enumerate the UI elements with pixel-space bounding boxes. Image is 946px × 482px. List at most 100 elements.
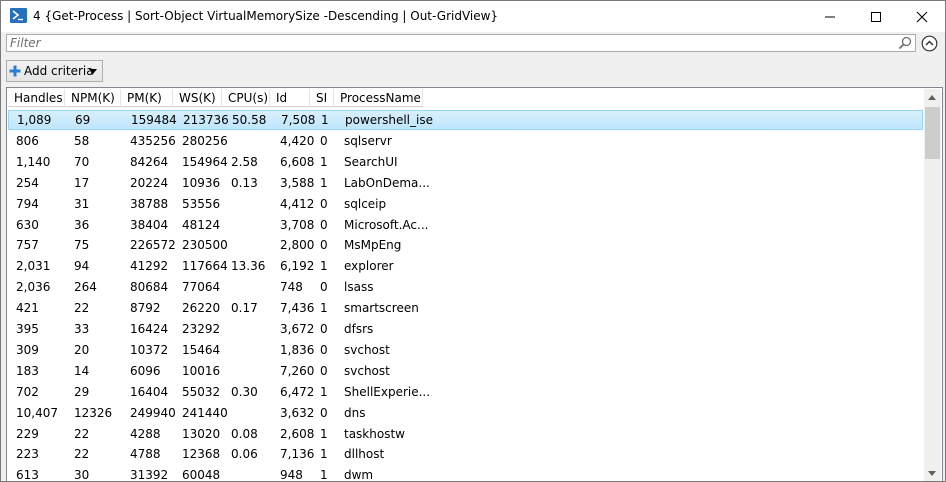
column-header-pm[interactable]: PM(K) [121, 89, 173, 107]
cell-pm: 41292 [130, 259, 169, 274]
cell-id: 7,508 [281, 113, 316, 127]
cell-handles: 757 [16, 238, 39, 253]
table-row[interactable]: 223 22 4788 12368 0.06 7,136 1 dllhost [8, 444, 923, 464]
chevron-down-icon [89, 69, 97, 74]
powershell-icon [10, 8, 27, 23]
cell-processname: MsMpEng [344, 238, 402, 253]
table-row[interactable]: 183 14 6096 10016 7,260 0 svchost [8, 361, 923, 381]
plus-icon [9, 65, 21, 77]
cell-pm: 4788 [130, 447, 161, 462]
table-row[interactable]: 254 17 20224 10936 0.13 3,588 1 LabOnDema... [8, 173, 923, 193]
cell-handles: 806 [16, 133, 39, 148]
table-row[interactable]: 1,140 70 84264 154964 2.58 6,608 1 SearchUI [8, 152, 923, 172]
cell-handles: 254 [16, 175, 39, 190]
minimize-button[interactable] [807, 1, 853, 32]
cell-processname: LabOnDema... [344, 175, 430, 190]
cell-handles: 1,140 [16, 154, 51, 169]
column-header-npm[interactable]: NPM(K) [65, 89, 121, 107]
table-row[interactable]: 229 22 4288 13020 0.08 2,608 1 taskhostw [8, 424, 923, 444]
vertical-scrollbar[interactable] [924, 89, 941, 481]
cell-id: 6,608 [280, 154, 315, 169]
table-row[interactable]: 2,036 264 80684 77064 748 0 lsass [8, 277, 923, 297]
collapse-filter-icon[interactable] [921, 35, 938, 52]
cell-npm: 75 [74, 238, 90, 253]
filter-input[interactable]: Filter [6, 34, 916, 52]
column-header-cpu[interactable]: CPU(s) [222, 89, 270, 107]
column-header-row: Handles NPM(K) PM(K) WS(K) CPU(s) Id SI … [8, 89, 923, 107]
cell-si: 1 [320, 447, 328, 462]
table-row[interactable]: 613 30 31392 60048 948 1 dwm [8, 465, 923, 482]
cell-handles: 421 [16, 301, 39, 316]
cell-si: 0 [320, 363, 328, 378]
cell-ws: 60048 [182, 468, 221, 482]
cell-si: 0 [320, 280, 328, 295]
cell-ws: 12368 [182, 447, 221, 462]
cell-pm: 80684 [130, 280, 169, 295]
cell-ws: 53556 [182, 196, 221, 211]
cell-cpu [229, 194, 276, 214]
cell-processname: dns [344, 405, 366, 420]
table-row[interactable]: 421 22 8792 26220 0.17 7,436 1 smartscreen [8, 298, 923, 318]
cell-si: 1 [320, 301, 328, 316]
cell-pm: 84264 [130, 154, 169, 169]
column-header-si[interactable]: SI [310, 89, 334, 107]
cell-ws: 230500 [182, 238, 227, 253]
scroll-down-arrow-icon[interactable] [924, 465, 941, 481]
table-row[interactable]: 757 75 226572 230500 2,800 0 MsMpEng [8, 235, 923, 255]
scroll-thumb[interactable] [925, 107, 940, 159]
column-header-processname[interactable]: ProcessName [334, 89, 423, 107]
cell-cpu [229, 340, 276, 360]
title-bar[interactable]: 4 {Get-Process | Sort-Object VirtualMemo… [1, 1, 945, 32]
cell-pm: 8792 [130, 301, 161, 316]
cell-id: 6,192 [280, 259, 315, 274]
cell-id: 3,708 [280, 217, 315, 232]
cell-pm: 159484 [131, 113, 177, 127]
cell-handles: 395 [16, 322, 39, 336]
cell-ws: 23292 [182, 322, 221, 336]
cell-pm: 4288 [130, 426, 161, 441]
cell-npm: 94 [74, 259, 90, 274]
cell-ws: 55032 [182, 384, 221, 399]
cell-ws: 10016 [182, 363, 221, 378]
results-grid[interactable]: Handles NPM(K) PM(K) WS(K) CPU(s) Id SI … [6, 87, 943, 482]
search-icon[interactable] [898, 36, 912, 50]
cell-processname: smartscreen [344, 301, 419, 316]
window-title: 4 {Get-Process | Sort-Object VirtualMemo… [33, 9, 499, 23]
table-row[interactable]: 395 33 16424 23292 3,672 0 dfsrs [8, 319, 923, 339]
cell-processname: svchost [344, 342, 390, 357]
cell-processname: dwm [344, 468, 374, 482]
column-header-handles[interactable]: Handles [8, 89, 65, 107]
cell-si: 0 [320, 217, 328, 232]
table-row[interactable]: 630 36 38404 48124 3,708 0 Microsoft.Ac... [8, 215, 923, 235]
cell-npm: 17 [74, 175, 90, 190]
column-header-id[interactable]: Id [270, 89, 310, 107]
add-criteria-button[interactable]: Add criteria [6, 60, 103, 82]
cell-id: 3,632 [280, 405, 315, 420]
maximize-button[interactable] [853, 1, 899, 32]
cell-cpu [229, 361, 276, 381]
cell-si: 0 [320, 342, 328, 357]
table-row[interactable]: 702 29 16404 55032 0.30 6,472 1 ShellExperie... [8, 382, 923, 402]
cell-processname: Microsoft.Ac... [344, 217, 429, 232]
table-row[interactable]: 309 20 10372 15464 1,836 0 svchost [8, 340, 923, 360]
cell-npm: 69 [75, 113, 91, 127]
column-header-ws[interactable]: WS(K) [173, 89, 222, 107]
cell-ws: 26220 [182, 301, 221, 316]
close-button[interactable] [899, 1, 945, 32]
table-row-selected[interactable]: 1,089 69 159484 213736 50.58 7,508 1 powershell… [8, 110, 923, 130]
table-row[interactable]: 806 58 435256 280256 4,420 0 sqlservr [8, 131, 923, 151]
cell-processname: explorer [344, 259, 394, 274]
table-row[interactable]: 2,031 94 41292 117664 13.36 6,192 1 explorer [8, 256, 923, 276]
cell-pm: 16424 [130, 322, 169, 336]
cell-cpu: 50.58 [232, 113, 267, 127]
cell-cpu: 13.36 [231, 259, 266, 274]
cell-pm: 38788 [130, 196, 169, 211]
add-criteria-label: Add criteria [24, 64, 94, 78]
table-row[interactable]: 10,407 12326 249940 241440 3,632 0 dns [8, 403, 923, 423]
table-row[interactable]: 794 31 38788 53556 4,412 0 sqlceip [8, 194, 923, 214]
cell-pm: 31392 [130, 468, 169, 482]
cell-npm: 36 [74, 217, 90, 232]
cell-cpu [229, 465, 276, 481]
scroll-up-arrow-icon[interactable] [924, 89, 941, 106]
cell-ws: 154964 [182, 154, 227, 169]
